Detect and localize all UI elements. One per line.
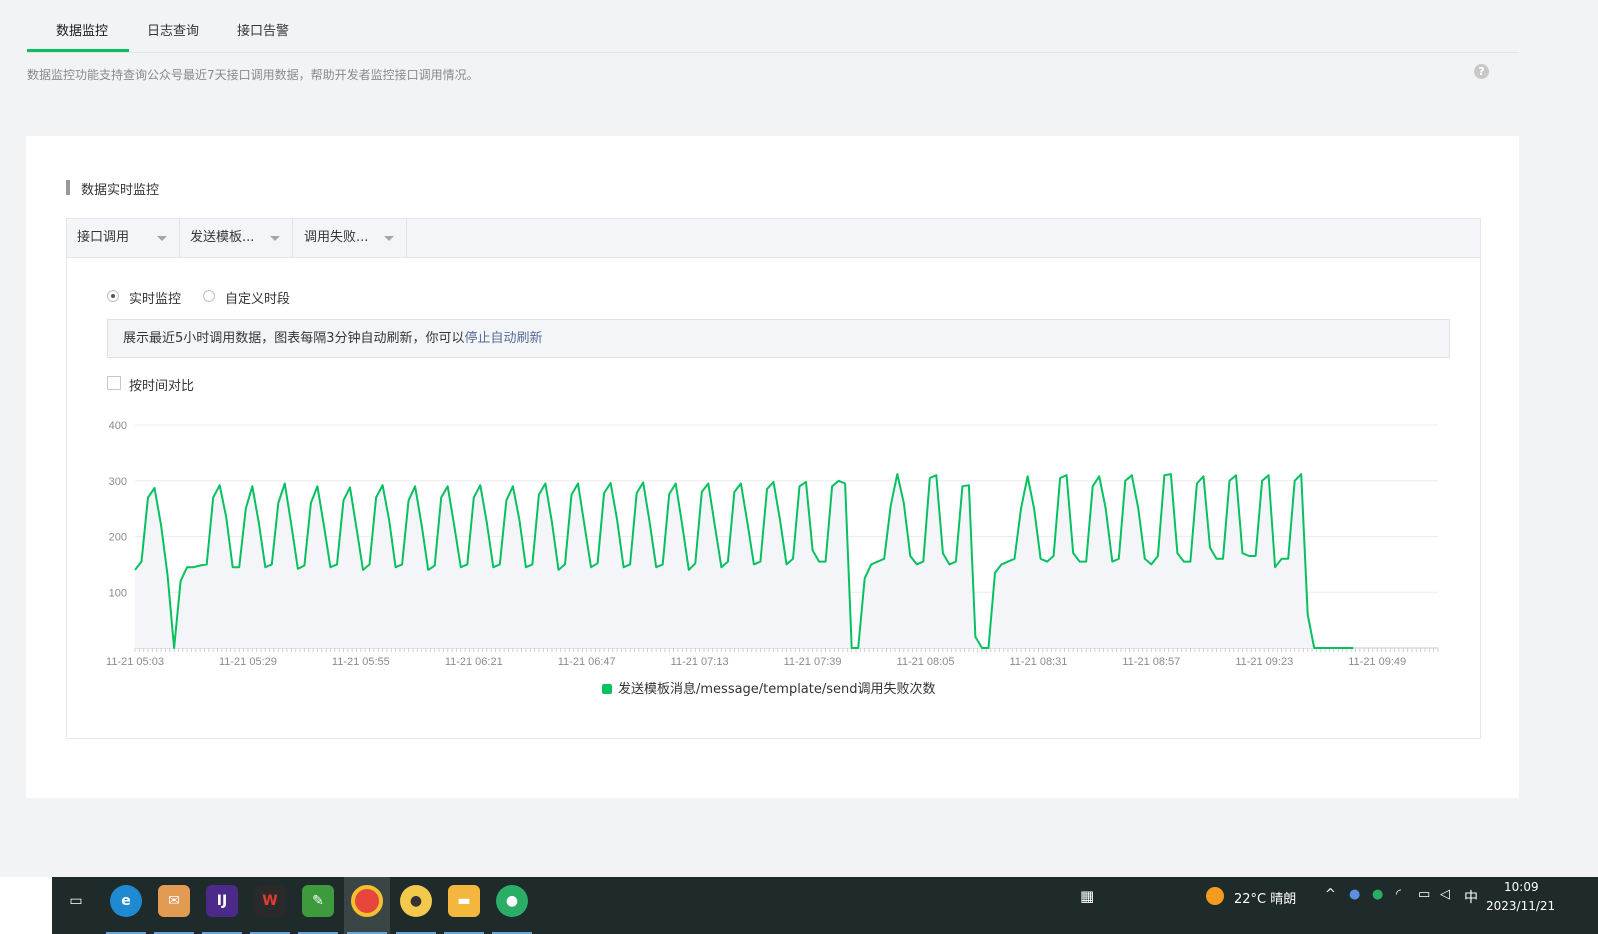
- calendar-icon[interactable]: ▦: [1080, 887, 1094, 905]
- wps-icon[interactable]: W: [254, 885, 286, 917]
- tab-log-query[interactable]: 日志查询: [147, 20, 199, 39]
- ime-indicator[interactable]: 中: [1464, 887, 1478, 907]
- task-view-icon[interactable]: ▭: [60, 885, 92, 917]
- x-tick-label: 11-21 06:21: [445, 656, 503, 668]
- folder-icon[interactable]: ▬: [448, 885, 480, 917]
- page-description: 数据监控功能支持查询公众号最近7天接口调用数据，帮助开发者监控接口调用情况。: [27, 68, 479, 82]
- monitor-panel: 接口调用 发送模板... 调用失败... 实时监控 自定义时段 展示最近5小时调…: [66, 218, 1481, 739]
- edge-icon[interactable]: e: [110, 885, 142, 917]
- chevron-up-icon[interactable]: ^: [1325, 887, 1336, 902]
- help-icon[interactable]: ?: [1474, 64, 1489, 79]
- mail-icon[interactable]: ✉: [158, 885, 190, 917]
- battery-icon[interactable]: ▭: [1418, 887, 1430, 902]
- wifi-icon[interactable]: ◜: [1396, 887, 1401, 902]
- tab-data-monitor[interactable]: 数据监控: [56, 20, 108, 39]
- x-tick-label: 11-21 05:03: [106, 656, 164, 668]
- wechat-tray-icon[interactable]: ●: [1372, 887, 1383, 902]
- weather-text[interactable]: 22°C 晴朗: [1234, 888, 1296, 907]
- clock-time[interactable]: 10:09: [1504, 880, 1539, 894]
- legend-swatch: [602, 684, 612, 694]
- start-area[interactable]: [0, 877, 52, 934]
- x-tick-label: 11-21 07:39: [784, 656, 842, 668]
- monitor-card: 数据实时监控 接口调用 发送模板... 调用失败... 实时监控 自定义时段 展…: [26, 136, 1519, 798]
- network-app-icon[interactable]: ●: [1349, 887, 1360, 902]
- x-tick-label: 11-21 09:23: [1235, 656, 1293, 668]
- tab-api-alert[interactable]: 接口告警: [237, 20, 289, 39]
- tab-bar: 数据监控 日志查询 接口告警: [27, 0, 1519, 53]
- failure-count-chart: 100 200 300 400 11-21 05:03 11-21 05:29 11-21 …: [106, 420, 1439, 668]
- y-tick-label: 100: [109, 587, 127, 599]
- notepad-icon[interactable]: ✎: [302, 885, 334, 917]
- y-tick-label: 300: [109, 476, 127, 488]
- x-tick-label: 11-21 09:49: [1348, 656, 1406, 668]
- section-title: 数据实时监控: [66, 179, 159, 198]
- y-tick-label: 400: [109, 420, 127, 432]
- x-tick-label: 11-21 08:31: [1009, 656, 1067, 668]
- bird-icon[interactable]: ●: [400, 885, 432, 917]
- mute-icon[interactable]: ◁: [1440, 887, 1450, 902]
- weather-icon[interactable]: [1206, 887, 1224, 905]
- x-tick-label: 11-21 07:13: [671, 656, 729, 668]
- x-tick-label: 11-21 08:05: [897, 656, 955, 668]
- wechat-icon[interactable]: ●: [496, 885, 528, 917]
- x-tick-label: 11-21 08:57: [1122, 656, 1180, 668]
- x-tick-label: 11-21 05:29: [219, 656, 277, 668]
- x-tick-label: 11-21 06:47: [558, 656, 616, 668]
- y-tick-label: 200: [109, 532, 127, 544]
- chrome-icon[interactable]: [351, 885, 383, 917]
- clock-date[interactable]: 2023/11/21: [1486, 899, 1555, 913]
- legend-label: 发送模板消息/message/template/send调用失败次数: [618, 682, 936, 697]
- windows-taskbar: ▭ e ✉ IJ W ✎ ● ▬ ● ▦ 22°C 晴朗 ^ ● ● ◜ ▭ ◁…: [0, 877, 1598, 934]
- chart-legend[interactable]: 发送模板消息/message/template/send调用失败次数: [602, 678, 936, 697]
- active-tab-indicator: [27, 49, 129, 52]
- ide-icon[interactable]: IJ: [206, 885, 238, 917]
- x-tick-label: 11-21 05:55: [332, 656, 390, 668]
